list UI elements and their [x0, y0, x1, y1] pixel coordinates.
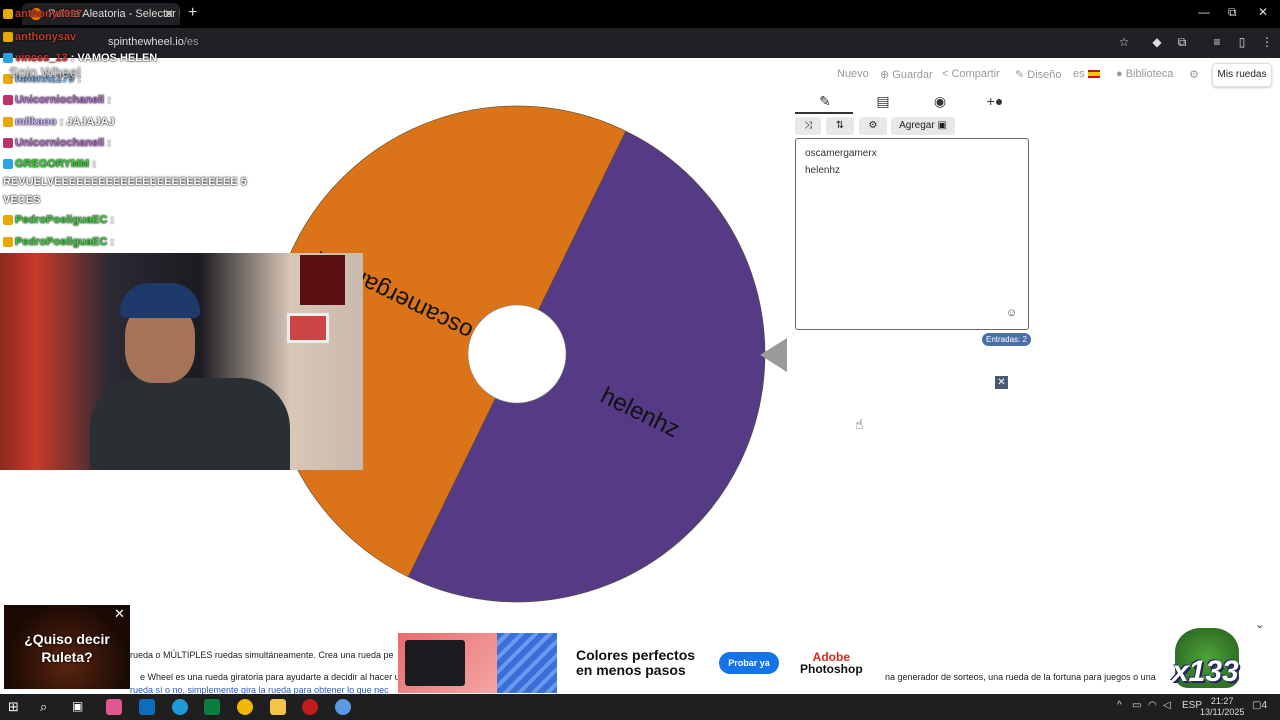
ad-cta-button[interactable]: Probar ya: [719, 652, 779, 674]
panel-tabs: ✎ ▤ ◉ +●: [795, 90, 1030, 114]
entry-item: oscamergamerx: [805, 148, 877, 159]
description-line: na generador de sorteos, una rueda de la…: [885, 672, 1156, 682]
description-line: e Wheel es una rueda giratoria para ayud…: [140, 672, 400, 682]
notification-icon[interactable]: ▢4: [1252, 700, 1267, 711]
chat-text: :: [110, 214, 115, 226]
hand-cursor-icon: ☝: [855, 416, 864, 432]
webcam-poster: [300, 255, 345, 305]
chat-badge-icon: [3, 32, 13, 43]
chat-message: milkaoo : JAJAJAJ: [3, 116, 115, 128]
results-icon[interactable]: ▤: [873, 93, 893, 110]
entries-textarea[interactable]: oscamergamerx helenhz: [795, 138, 1029, 330]
chat-username[interactable]: milkaoo: [15, 116, 60, 128]
language-indicator[interactable]: ESP: [1182, 700, 1202, 711]
store-icon[interactable]: [204, 699, 220, 715]
search-icon[interactable]: ⌕: [40, 699, 56, 715]
chat-username[interactable]: PedroPoeliguaEC: [15, 236, 110, 248]
chat-username[interactable]: PedroPoeliguaEC: [15, 214, 110, 226]
notification-count: 4: [1261, 700, 1268, 711]
chat-message: PedroPoeliguaEC :: [3, 236, 114, 248]
wheel-pointer-icon: [760, 338, 787, 372]
chat-badge-icon: [3, 53, 13, 64]
chat-text: :: [92, 158, 96, 170]
entries-count-badge: Entradas: 2: [982, 333, 1031, 346]
add-color-icon[interactable]: +●: [985, 93, 1005, 109]
chat-username[interactable]: vinces_13: [15, 52, 71, 64]
agregar-label: Agregar: [899, 120, 935, 131]
entry-item: helenhz: [805, 165, 841, 176]
webcam-figure-cap: [120, 283, 200, 318]
chat-username[interactable]: Unicorniochanell: [15, 137, 107, 149]
task-view-icon[interactable]: ▣: [72, 699, 88, 715]
file-explorer-icon[interactable]: [270, 699, 286, 715]
chat-text: :: [107, 137, 111, 149]
chat-username[interactable]: anthonysav: [15, 31, 76, 43]
overlay-counter: x133: [1172, 655, 1239, 688]
chat-text: :: [107, 94, 111, 106]
close-ad-icon[interactable]: ✕: [114, 606, 125, 622]
chat-badge-icon: [3, 237, 13, 248]
emoji-icon[interactable]: ☺: [1006, 307, 1017, 319]
volume-icon[interactable]: ◁: [1163, 700, 1171, 711]
chat-message: PedroPoeliguaEC :: [3, 214, 114, 226]
webcam-figure-body: [90, 378, 290, 470]
site-logo[interactable]: Spin Wheel: [9, 64, 81, 80]
chat-message: Unicorniochanell :: [3, 94, 111, 106]
chat-message: anthony0927: [3, 8, 82, 20]
description-line: rueda o MÚLTIPLES ruedas simultáneamente…: [130, 650, 394, 660]
chat-text: : VAMOS HELEN: [70, 52, 158, 64]
chat-message: Unicorniochanell :: [3, 137, 111, 149]
wifi-icon[interactable]: ◠: [1148, 700, 1157, 711]
chat-message: GREGORYMM :: [3, 158, 96, 170]
chrome-active-icon[interactable]: [335, 699, 351, 715]
chat-message: anthonysav: [3, 31, 76, 43]
clock-time: 21:27: [1210, 696, 1234, 706]
chat-badge-icon: [3, 117, 13, 128]
chat-text: REVUELVEEEEEEEEEEEEEEEEEEEEEEEEE 5: [3, 176, 247, 188]
ad-image-inset: [405, 640, 465, 686]
active-tab-indicator: [795, 112, 853, 114]
streamer-webcam: [0, 253, 363, 470]
chat-text: VECES: [3, 194, 41, 206]
chat-badge-icon: [3, 138, 13, 149]
copilot-icon[interactable]: [106, 699, 122, 715]
clock-date: 13/11/2025: [1200, 707, 1245, 717]
chat-username[interactable]: anthony0927: [15, 8, 82, 20]
ad-headline: Colores perfectos en menos pasos: [576, 647, 696, 678]
chat-message: REVUELVEEEEEEEEEEEEEEEEEEEEEEEEE 5: [3, 176, 247, 188]
ad-brand: Adobe Photoshop: [800, 651, 863, 675]
ad-image: [497, 633, 557, 693]
clock[interactable]: 21:27 13/11/2025: [1200, 696, 1244, 718]
network-icon[interactable]: ▭: [1132, 700, 1141, 711]
chat-badge-icon: [3, 9, 13, 20]
chat-message: vinces_13 : VAMOS HELEN: [3, 52, 157, 64]
chat-badge-icon: [3, 95, 13, 106]
shuffle-button[interactable]: ⤨: [795, 117, 821, 135]
chat-text: :: [110, 236, 115, 248]
hide-icon[interactable]: ◉: [930, 93, 950, 110]
windows-start-icon[interactable]: ⊞: [8, 699, 24, 715]
chat-message: VECES: [3, 194, 40, 206]
chrome-icon[interactable]: [237, 699, 253, 715]
chat-username[interactable]: Unicorniochanell: [15, 94, 107, 106]
obs-icon[interactable]: [302, 699, 318, 715]
webcam-frame: [287, 313, 329, 343]
sort-button[interactable]: ⇅: [826, 117, 854, 135]
windows-taskbar: ⊞ ⌕ ▣ ^ ▭ ◠ ◁ ESP 21:27 13/11/2025 ▢4: [0, 694, 1280, 720]
outlook-icon[interactable]: [139, 699, 155, 715]
ad-brand-line: Photoshop: [800, 662, 863, 676]
roulette-ad-text: ¿Quiso decir Ruleta?: [24, 631, 110, 665]
chevron-down-icon[interactable]: ⌄: [1255, 618, 1264, 631]
chat-badge-icon: [3, 215, 13, 226]
wheel-center-hub[interactable]: [467, 304, 567, 404]
chat-username[interactable]: GREGORYMM: [15, 158, 92, 170]
agregar-image-button[interactable]: Agregar ▣: [891, 117, 955, 135]
edge-icon[interactable]: [172, 699, 188, 715]
chat-badge-icon: [3, 159, 13, 170]
tray-chevron-icon[interactable]: ^: [1117, 700, 1122, 711]
edit-icon[interactable]: ✎: [815, 93, 835, 110]
advanced-settings-button[interactable]: ⚙: [859, 117, 887, 135]
chat-text: : JAJAJAJ: [59, 116, 115, 128]
ad-close-icon[interactable]: ✕: [995, 376, 1008, 389]
